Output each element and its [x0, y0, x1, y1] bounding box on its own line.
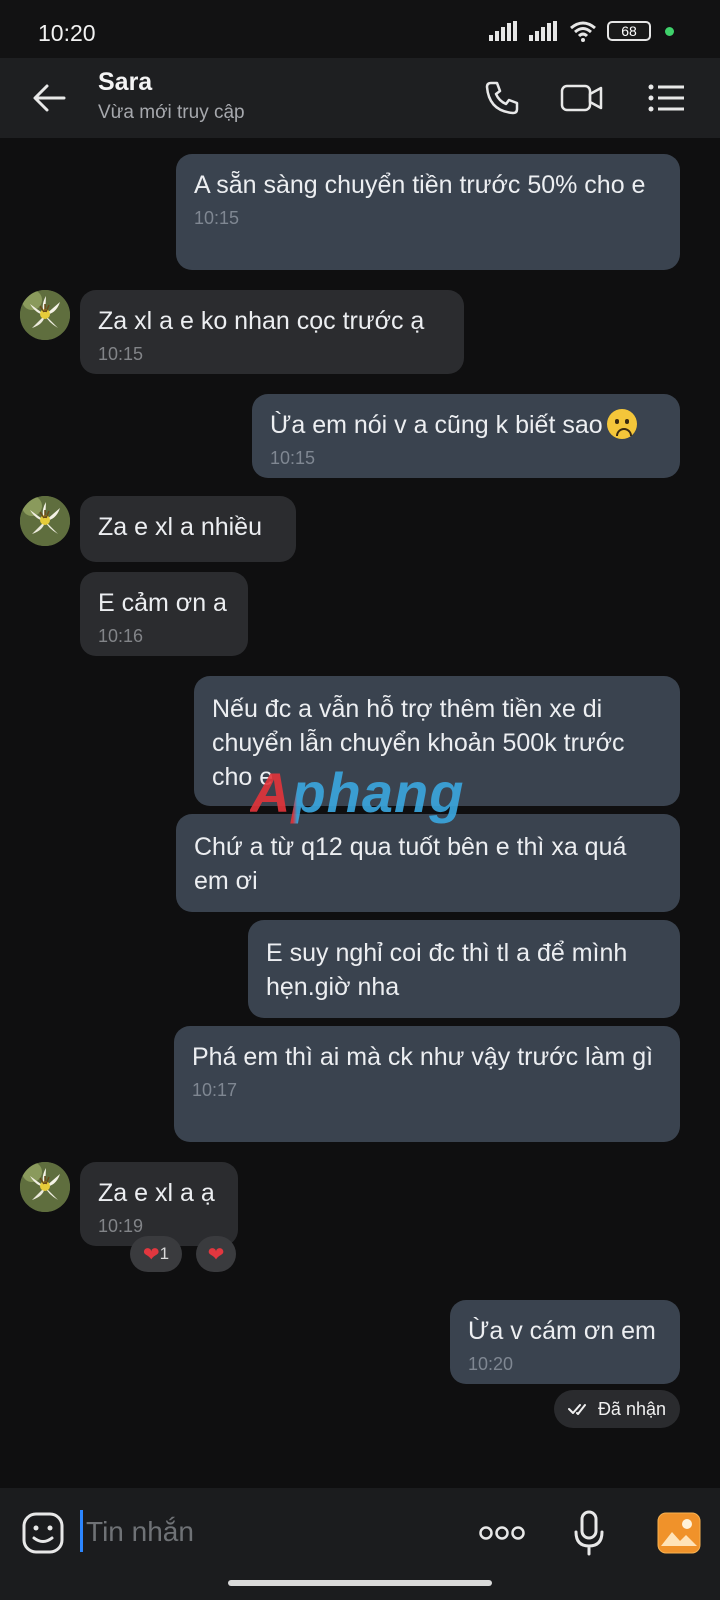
message-bubble-incoming[interactable]: Za e xl a ạ 10:19: [80, 1162, 238, 1246]
message-time: 10:20: [468, 1354, 514, 1374]
reaction-count-badge[interactable]: ❤ 1: [130, 1236, 182, 1272]
message-bubble-incoming[interactable]: E cảm ơn a 10:16: [80, 572, 248, 656]
back-arrow-icon: [33, 84, 66, 112]
text-caret: [80, 1510, 83, 1552]
message-bubble-outgoing[interactable]: A sẵn sàng chuyển tiền trước 50% cho e 1…: [176, 154, 680, 270]
message-time: 10:15: [270, 448, 316, 468]
message-text: Phá em thì ai mà ck như vậy trước làm gì: [192, 1043, 654, 1071]
message-text: Za xl a e ko nhan cọc trước ạ: [98, 307, 425, 335]
message-time: 10:16: [98, 626, 144, 646]
lily-flower-avatar-icon: [20, 290, 70, 340]
message-text: Ừa em nói v a cũng k biết sao: [270, 411, 603, 439]
delivery-status-text: Đã nhận: [597, 1398, 666, 1419]
chat-header: Sara Vừa mới truy cập: [0, 58, 720, 138]
message-bubble-incoming[interactable]: Za e xl a nhiều: [80, 496, 296, 562]
message-bubble-outgoing[interactable]: Ừa v cám ơn em 10:20: [450, 1300, 680, 1384]
phone-icon: [485, 81, 519, 115]
video-call-icon: [560, 84, 603, 112]
avatar[interactable]: [20, 290, 70, 340]
message-bubble-incoming[interactable]: Za xl a e ko nhan cọc trước ạ 10:15: [80, 290, 464, 374]
message-text: Za e xl a nhiều: [98, 513, 262, 541]
video-call-button[interactable]: [560, 76, 604, 120]
message-time: 10:15: [98, 344, 144, 364]
sticker-button[interactable]: [18, 1508, 68, 1558]
image-gallery-icon: [657, 1512, 701, 1554]
double-check-icon: [567, 1404, 586, 1415]
message-time: 10:15: [194, 208, 240, 228]
contact-name[interactable]: Sara: [98, 68, 152, 97]
message-text: E cảm ơn a: [98, 589, 227, 617]
back-button[interactable]: [26, 78, 72, 118]
heart-icon: ❤: [142, 1243, 160, 1266]
microphone-icon: [574, 1510, 604, 1556]
reaction-count: 1: [159, 1244, 170, 1263]
avatar[interactable]: [20, 496, 70, 546]
lily-flower-avatar-icon: [20, 1162, 70, 1212]
status-icons: 68: [489, 20, 674, 42]
privacy-indicator-dot: [665, 26, 674, 36]
signal-icon-2: [529, 21, 557, 41]
message-bubble-outgoing[interactable]: Chứ a từ q12 qua tuốt bên e thì xa quá e…: [176, 814, 680, 912]
message-time: 10:19: [98, 1216, 144, 1236]
message-text: Ừa v cám ơn em: [468, 1317, 656, 1345]
voice-message-button[interactable]: [564, 1508, 614, 1558]
message-bubble-outgoing[interactable]: Phá em thì ai mà ck như vậy trước làm gì…: [174, 1026, 680, 1142]
delivery-status-badge: Đã nhận: [553, 1390, 680, 1428]
sticker-smiley-icon: [22, 1512, 64, 1554]
heart-icon: ❤: [207, 1243, 225, 1266]
home-indicator[interactable]: [228, 1580, 492, 1586]
more-options-button[interactable]: [476, 1508, 528, 1558]
message-text: Za e xl a ạ: [98, 1179, 215, 1207]
signal-icon: [489, 21, 517, 41]
voice-call-button[interactable]: [480, 76, 524, 120]
contact-status: Vừa mới truy cập: [98, 102, 245, 123]
menu-list-icon: [648, 84, 684, 112]
more-dots-icon: [479, 1526, 525, 1540]
message-input[interactable]: [86, 1510, 446, 1554]
battery-indicator: 68: [607, 21, 651, 41]
menu-button[interactable]: [644, 76, 688, 120]
message-text: Chứ a từ q12 qua tuốt bên e thì xa quá e…: [194, 833, 627, 895]
add-reaction-button[interactable]: ❤: [196, 1236, 236, 1272]
sad-face-emoji-icon: [606, 409, 637, 439]
watermark-logo: Aphang: [250, 761, 465, 824]
message-bubble-outgoing[interactable]: E suy nghỉ coi đc thì tl a để mình hẹn.g…: [248, 920, 680, 1018]
send-image-button[interactable]: [654, 1508, 704, 1558]
message-time: 10:17: [192, 1080, 238, 1100]
avatar[interactable]: [20, 1162, 70, 1212]
message-text: A sẵn sàng chuyển tiền trước 50% cho e: [194, 171, 646, 199]
message-bubble-outgoing[interactable]: Ừa em nói v a cũng k biết sao 10:15: [252, 394, 680, 478]
status-bar: 10:20 68: [0, 0, 720, 58]
status-time: 10:20: [38, 20, 96, 46]
message-text: E suy nghỉ coi đc thì tl a để mình hẹn.g…: [266, 939, 628, 1001]
lily-flower-avatar-icon: [20, 496, 70, 546]
wifi-icon: [570, 21, 596, 42]
